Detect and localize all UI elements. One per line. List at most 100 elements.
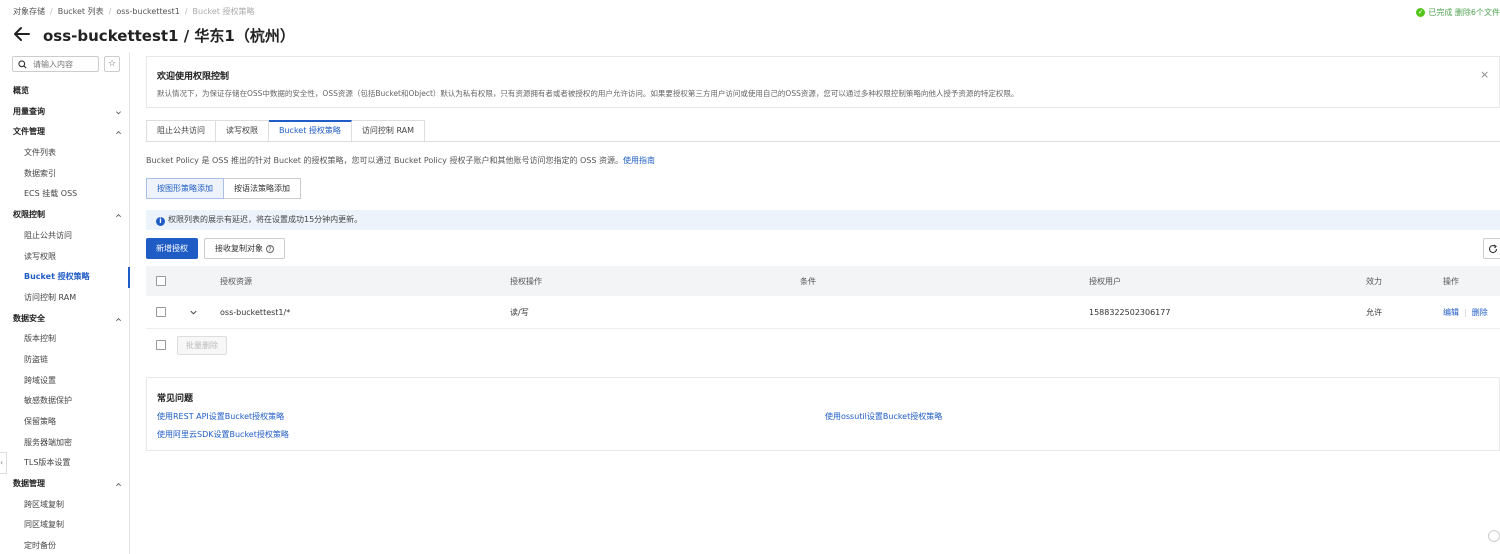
breadcrumb: 对象存储 / Bucket 列表 / oss-buckettest1/Bucket 授权…: [13, 7, 255, 16]
header-operation: 授权操作: [510, 276, 542, 286]
top-bar: 对象存储 / Bucket 列表 / oss-buckettest1/Bucket 授权…: [0, 0, 1500, 56]
faq-link-rest-api[interactable]: 使用REST API设置Bucket授权策略: [157, 411, 284, 422]
sidebar-item[interactable]: 敏感数据保护: [0, 391, 130, 412]
table-header: 授权资源 授权操作 条件 授权用户 效力 操作: [146, 266, 1500, 296]
sidebar-item-label: 数据管理: [13, 479, 45, 489]
chevron-down-icon[interactable]: [254, 28, 266, 40]
chevron-up-icon: [116, 483, 121, 487]
sidebar-search-input[interactable]: [33, 58, 97, 70]
sidebar-item[interactable]: 保留策略: [0, 412, 130, 433]
star-icon[interactable]: ☆: [104, 56, 120, 72]
sidebar-item[interactable]: 同区域复制: [0, 515, 130, 536]
sidebar-item-label: 文件管理: [13, 127, 45, 137]
tab-acl[interactable]: 读写权限: [216, 120, 269, 142]
delete-link[interactable]: 删除: [1472, 307, 1488, 318]
syntax-policy-button[interactable]: 按语法策略添加: [224, 178, 301, 199]
select-all-checkbox[interactable]: [156, 276, 166, 286]
sidebar-item[interactable]: 读写权限: [0, 247, 130, 268]
sidebar-item[interactable]: 防盗链: [0, 350, 130, 371]
sidebar-item[interactable]: 跨区域复制: [0, 495, 130, 516]
edit-link[interactable]: 编辑: [1443, 307, 1459, 318]
sidebar-item[interactable]: 服务器端加密: [0, 433, 130, 454]
chevron-up-icon: [116, 317, 121, 321]
tab-bar: 阻止公共访问 读写权限 Bucket 授权策略 访问控制 RAM: [146, 120, 426, 142]
task-status-text: 已完成 删除6个文件: [1428, 8, 1500, 17]
notice-text: 权限列表的展示有延迟，将在设置成功15分钟内更新。: [168, 215, 363, 224]
batch-delete-cell: 批量删除: [177, 329, 227, 361]
tab-bucket-policy[interactable]: Bucket 授权策略: [269, 120, 352, 142]
sidebar-item[interactable]: 定时备份: [0, 536, 130, 554]
delay-notice: i 权限列表的展示有延迟，将在设置成功15分钟内更新。: [146, 210, 1500, 230]
batch-select-checkbox[interactable]: [156, 340, 166, 350]
sidebar-item-label: 概览: [13, 86, 29, 95]
sidebar-item-label: 服务器端加密: [24, 437, 72, 447]
header-effect: 效力: [1366, 276, 1382, 286]
receive-copy-label: 接收复制对象: [215, 244, 263, 253]
refresh-icon: [1489, 244, 1498, 254]
add-authorization-button[interactable]: 新增授权: [146, 238, 198, 259]
sidebar-group[interactable]: 数据管理: [0, 474, 130, 495]
sidebar-group[interactable]: 文件管理: [0, 122, 130, 143]
info-icon: i: [156, 217, 165, 226]
tab-block-public-access[interactable]: 阻止公共访问: [146, 120, 216, 142]
chevron-down-icon[interactable]: [189, 308, 198, 317]
faq-link-sdk[interactable]: 使用阿里云SDK设置Bucket授权策略: [157, 429, 289, 440]
breadcrumb-item-bucket[interactable]: oss-buckettest1: [116, 7, 180, 16]
breadcrumb-item-oss[interactable]: 对象存储: [13, 7, 45, 16]
graphic-policy-button[interactable]: 按图形策略添加: [146, 178, 224, 199]
sidebar-item[interactable]: ECS 挂载 OSS: [0, 184, 130, 205]
close-icon[interactable]: ×: [1480, 68, 1489, 81]
help-icon: ?: [266, 245, 274, 253]
header-condition: 条件: [800, 276, 816, 286]
policy-description-text: Bucket Policy 是 OSS 推出的针对 Bucket 的授权策略，您…: [146, 156, 623, 165]
breadcrumb-item-bucket-list[interactable]: Bucket 列表: [58, 7, 104, 16]
sidebar-group[interactable]: 概览: [0, 81, 130, 102]
sidebar-item-label: 防盗链: [24, 354, 48, 364]
batch-select-cell: [156, 329, 166, 361]
sidebar-item-label: 权限控制: [13, 210, 45, 220]
sidebar-item[interactable]: 文件列表: [0, 143, 130, 164]
assistant-icon[interactable]: [1488, 530, 1500, 542]
sidebar-item-label: 保留策略: [24, 417, 56, 426]
sidebar-item-label: 用量查询: [13, 106, 45, 116]
sidebar-item-label: 同区域复制: [24, 520, 64, 530]
sidebar-item-label: 跨域设置: [24, 375, 56, 385]
row-expand-cell: [189, 296, 198, 328]
receive-copy-button[interactable]: 接收复制对象?: [204, 238, 285, 259]
chevron-down-icon: [116, 111, 121, 115]
policy-mode-switch: 按图形策略添加 按语法策略添加: [146, 178, 301, 199]
sidebar-item-label: 版本控制: [24, 334, 56, 344]
task-status[interactable]: ✓ 已完成 删除6个文件: [1416, 7, 1500, 18]
sidebar-item[interactable]: 访问控制 RAM: [0, 288, 130, 309]
sidebar-item[interactable]: Bucket 授权策略: [0, 267, 130, 288]
sidebar-group[interactable]: 数据安全: [0, 309, 130, 330]
sidebar-item-label: TLS版本设置: [24, 458, 71, 468]
sidebar-item-label: 定时备份: [24, 541, 56, 551]
sidebar-item-label: 文件列表: [24, 148, 56, 158]
sidebar-item-label: 读写权限: [24, 251, 56, 261]
chevron-up-icon: [116, 131, 121, 135]
sidebar-item-label: Bucket 授权策略: [24, 272, 90, 282]
sidebar-item[interactable]: 数据索引: [0, 164, 130, 185]
breadcrumb-item-current: Bucket 授权策略: [192, 7, 255, 16]
sidebar-search: [12, 56, 99, 72]
sidebar-group[interactable]: 用量查询: [0, 102, 130, 123]
row-select-cell: [156, 296, 166, 328]
row-checkbox[interactable]: [156, 307, 166, 317]
tab-ram[interactable]: 访问控制 RAM: [351, 120, 426, 142]
sidebar-group[interactable]: 权限控制: [0, 205, 130, 226]
guide-link[interactable]: 使用指南: [623, 156, 655, 165]
arrow-left-icon[interactable]: [12, 24, 32, 44]
sidebar-item[interactable]: 阻止公共访问: [0, 226, 130, 247]
sidebar-item[interactable]: TLS版本设置: [0, 453, 130, 474]
sidebar-item[interactable]: 版本控制: [0, 329, 130, 350]
sidebar-collapse-button[interactable]: ‹: [0, 452, 7, 474]
batch-delete-button[interactable]: 批量删除: [177, 335, 227, 355]
row-actions: 编辑 | 删除: [1443, 307, 1488, 318]
faq-panel: 常见问题 使用REST API设置Bucket授权策略 使用ossutil设置B…: [146, 377, 1500, 451]
refresh-button[interactable]: [1483, 238, 1500, 259]
faq-link-ossutil[interactable]: 使用ossutil设置Bucket授权策略: [825, 411, 942, 422]
row-effect: 允许: [1366, 307, 1382, 317]
sidebar-item[interactable]: 跨域设置: [0, 371, 130, 392]
table-row: oss-buckettest1/* 读/写 1588322502306177 允…: [146, 296, 1500, 329]
